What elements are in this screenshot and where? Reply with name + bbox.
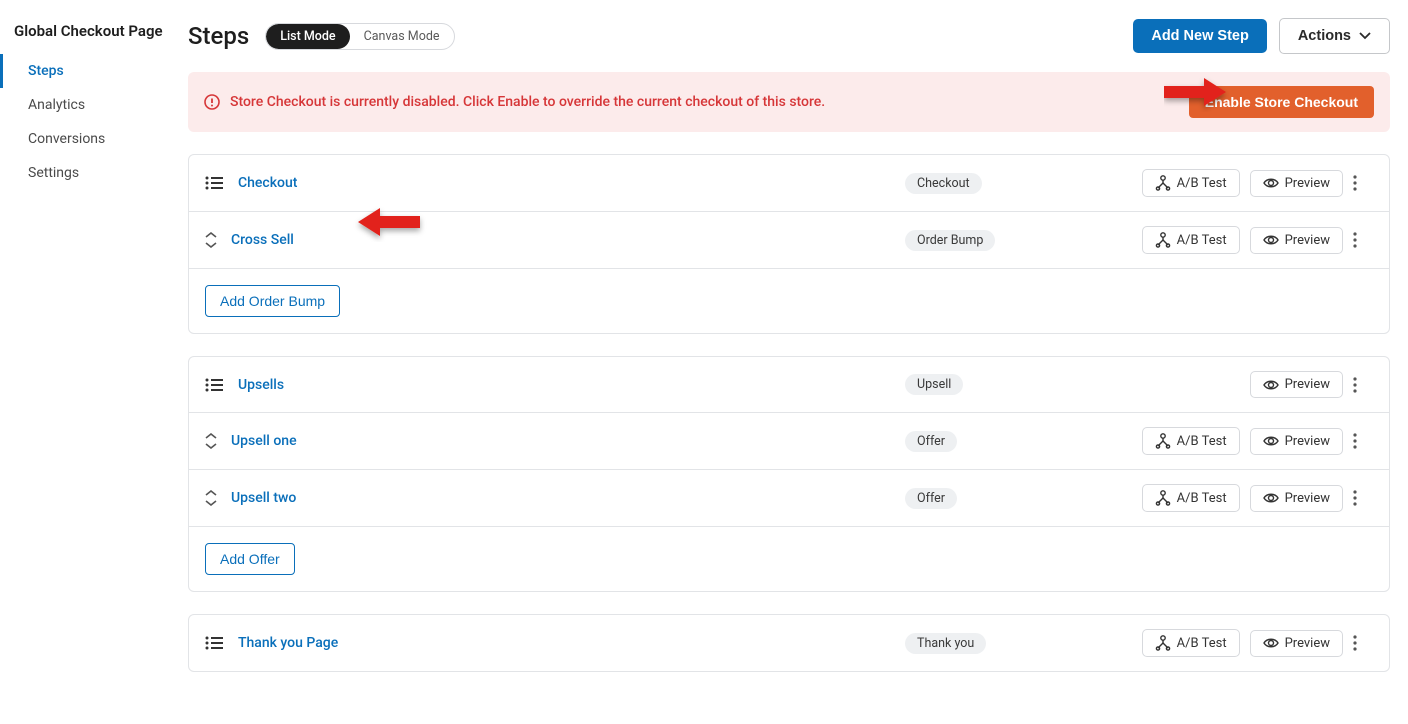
- preview-label: Preview: [1285, 636, 1330, 651]
- preview-button[interactable]: Preview: [1250, 428, 1343, 455]
- step-link[interactable]: Upsell one: [231, 433, 297, 449]
- preview-label: Preview: [1285, 377, 1330, 392]
- step-tag: Checkout: [905, 173, 982, 194]
- ab-test-button[interactable]: A/B Test: [1142, 629, 1240, 657]
- sidebar-item-steps[interactable]: Steps: [0, 54, 188, 88]
- step-link[interactable]: Upsell two: [231, 490, 296, 506]
- header-actions: Add New Step Actions: [1133, 18, 1390, 54]
- more-menu-button[interactable]: [1353, 490, 1373, 506]
- more-menu-button[interactable]: [1353, 433, 1373, 449]
- ab-test-button[interactable]: A/B Test: [1142, 427, 1240, 455]
- preview-button[interactable]: Preview: [1250, 630, 1343, 657]
- page-header: Steps List Mode Canvas Mode Add New Step…: [188, 18, 1390, 54]
- actions-dropdown[interactable]: Actions: [1279, 18, 1390, 54]
- ab-test-button[interactable]: A/B Test: [1142, 226, 1240, 254]
- sidebar-nav: Steps Analytics Conversions Settings: [0, 54, 188, 190]
- preview-button[interactable]: Preview: [1250, 170, 1343, 197]
- step-row: Cross Sell Order Bump A/B Test Preview: [189, 212, 1389, 269]
- eye-icon: [1263, 233, 1279, 247]
- alert-text: Store Checkout is currently disabled. Cl…: [230, 94, 1189, 110]
- alert-banner: Store Checkout is currently disabled. Cl…: [188, 72, 1390, 132]
- step-tag: Offer: [905, 431, 957, 452]
- step-link[interactable]: Thank you Page: [238, 635, 338, 651]
- alert-icon: [204, 94, 220, 110]
- preview-label: Preview: [1285, 176, 1330, 191]
- list-icon: [205, 634, 224, 652]
- add-order-bump-button[interactable]: Add Order Bump: [205, 285, 340, 317]
- preview-button[interactable]: Preview: [1250, 371, 1343, 398]
- preview-label: Preview: [1285, 491, 1330, 506]
- sidebar-item-label: Settings: [28, 165, 79, 181]
- preview-label: Preview: [1285, 434, 1330, 449]
- step-group-thankyou: Thank you Page Thank you A/B Test Previe…: [188, 614, 1390, 672]
- ab-test-icon: [1155, 232, 1171, 248]
- step-link[interactable]: Checkout: [238, 175, 297, 191]
- step-row: Thank you Page Thank you A/B Test Previe…: [189, 615, 1389, 671]
- chevron-down-icon: [1359, 32, 1371, 40]
- eye-icon: [1263, 434, 1279, 448]
- list-mode-tab[interactable]: List Mode: [266, 24, 349, 49]
- sort-handle-icon[interactable]: [205, 433, 217, 449]
- step-row: Checkout Checkout A/B Test Preview: [189, 155, 1389, 212]
- main-content: Steps List Mode Canvas Mode Add New Step…: [188, 0, 1408, 724]
- sidebar-title: Global Checkout Page: [0, 22, 188, 54]
- ab-test-button[interactable]: A/B Test: [1142, 484, 1240, 512]
- sidebar-item-analytics[interactable]: Analytics: [0, 88, 188, 122]
- step-link[interactable]: Upsells: [238, 377, 284, 393]
- more-menu-button[interactable]: [1353, 175, 1373, 191]
- ab-test-icon: [1155, 490, 1171, 506]
- more-menu-button[interactable]: [1353, 232, 1373, 248]
- ab-test-label: A/B Test: [1177, 434, 1227, 449]
- sidebar: Global Checkout Page Steps Analytics Con…: [0, 0, 188, 724]
- sidebar-item-label: Conversions: [28, 131, 105, 147]
- step-row: Upsell two Offer A/B Test Preview: [189, 470, 1389, 527]
- page-title: Steps: [188, 22, 249, 50]
- list-icon: [205, 174, 224, 192]
- step-row: Upsells Upsell Preview: [189, 357, 1389, 413]
- ab-test-icon: [1155, 175, 1171, 191]
- sort-handle-icon[interactable]: [205, 232, 217, 248]
- view-mode-switch: List Mode Canvas Mode: [265, 23, 454, 50]
- step-group-upsells: Upsells Upsell Preview Upsell one Offer …: [188, 356, 1390, 592]
- ab-test-icon: [1155, 635, 1171, 651]
- more-menu-button[interactable]: [1353, 635, 1373, 651]
- ab-test-label: A/B Test: [1177, 233, 1227, 248]
- enable-store-checkout-button[interactable]: Enable Store Checkout: [1189, 86, 1374, 118]
- step-tag: Offer: [905, 488, 957, 509]
- eye-icon: [1263, 491, 1279, 505]
- add-row: Add Order Bump: [189, 269, 1389, 333]
- ab-test-icon: [1155, 433, 1171, 449]
- preview-label: Preview: [1285, 233, 1330, 248]
- step-row: Upsell one Offer A/B Test Preview: [189, 413, 1389, 470]
- eye-icon: [1263, 378, 1279, 392]
- sidebar-item-settings[interactable]: Settings: [0, 156, 188, 190]
- eye-icon: [1263, 176, 1279, 190]
- step-tag: Upsell: [905, 374, 963, 395]
- step-link[interactable]: Cross Sell: [231, 232, 294, 248]
- preview-button[interactable]: Preview: [1250, 227, 1343, 254]
- add-row: Add Offer: [189, 527, 1389, 591]
- eye-icon: [1263, 636, 1279, 650]
- ab-test-label: A/B Test: [1177, 636, 1227, 651]
- canvas-mode-tab[interactable]: Canvas Mode: [350, 24, 454, 49]
- sidebar-item-label: Steps: [28, 63, 64, 79]
- ab-test-label: A/B Test: [1177, 491, 1227, 506]
- sidebar-item-label: Analytics: [28, 97, 85, 113]
- sort-handle-icon[interactable]: [205, 490, 217, 506]
- ab-test-label: A/B Test: [1177, 176, 1227, 191]
- list-icon: [205, 376, 224, 394]
- step-group-checkout: Checkout Checkout A/B Test Preview Cross…: [188, 154, 1390, 334]
- more-menu-button[interactable]: [1353, 377, 1373, 393]
- ab-test-button[interactable]: A/B Test: [1142, 169, 1240, 197]
- actions-label: Actions: [1298, 28, 1351, 44]
- add-offer-button[interactable]: Add Offer: [205, 543, 295, 575]
- preview-button[interactable]: Preview: [1250, 485, 1343, 512]
- sidebar-item-conversions[interactable]: Conversions: [0, 122, 188, 156]
- add-new-step-button[interactable]: Add New Step: [1133, 19, 1266, 53]
- step-tag: Order Bump: [905, 230, 995, 251]
- step-tag: Thank you: [905, 633, 986, 654]
